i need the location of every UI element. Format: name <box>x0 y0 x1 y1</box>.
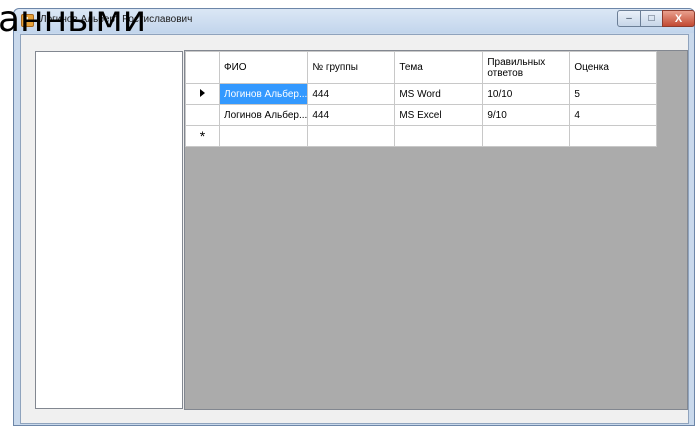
new-cell-group[interactable] <box>307 125 396 147</box>
table-row[interactable]: Логинов Альбер... 444 MS Word 10/10 5 <box>185 83 658 105</box>
current-row-arrow-icon <box>200 88 205 97</box>
table-row[interactable]: Логинов Альбер... 444 MS Excel 9/10 4 <box>185 104 658 126</box>
cell-fio[interactable]: Логинов Альбер... <box>218 83 309 105</box>
cell-topic[interactable]: MS Excel <box>394 104 484 126</box>
column-header-grade[interactable]: Оценка <box>569 51 658 84</box>
new-cell-topic[interactable] <box>394 125 484 147</box>
main-window: Логинов Альберт Ростиславович ‒ □ X ФИО … <box>13 8 695 426</box>
header-row: ФИО № группы Тема Правильных ответов Оце… <box>185 51 658 84</box>
row-header[interactable] <box>185 104 220 126</box>
new-cell-grade[interactable] <box>569 125 658 147</box>
new-cell-fio[interactable] <box>218 125 309 147</box>
cell-grade[interactable]: 5 <box>569 83 658 105</box>
students-listbox[interactable] <box>35 51 183 409</box>
column-header-group[interactable]: № группы <box>307 51 396 84</box>
cell-group[interactable]: 444 <box>307 104 396 126</box>
results-datagrid[interactable]: ФИО № группы Тема Правильных ответов Оце… <box>184 50 688 410</box>
column-header-fio[interactable]: ФИО <box>218 51 309 84</box>
cell-group[interactable]: 444 <box>307 83 396 105</box>
close-button[interactable]: X <box>662 10 695 27</box>
maximize-button[interactable]: □ <box>640 10 663 27</box>
row-header-new[interactable]: * <box>185 125 220 147</box>
new-cell-correct[interactable] <box>482 125 571 147</box>
cell-grade[interactable]: 4 <box>569 104 658 126</box>
cell-correct[interactable]: 10/10 <box>482 83 571 105</box>
cell-correct[interactable]: 9/10 <box>482 104 571 126</box>
cell-topic[interactable]: MS Word <box>394 83 484 105</box>
minimize-button[interactable]: ‒ <box>617 10 641 27</box>
column-header-topic[interactable]: Тема <box>394 51 484 84</box>
form-client-area: ФИО № группы Тема Правильных ответов Оце… <box>20 34 689 424</box>
new-row-asterisk-icon: * <box>199 127 206 144</box>
new-row[interactable]: * <box>185 125 658 147</box>
background-window-text: анными <box>0 0 147 40</box>
row-header-current[interactable] <box>185 83 220 105</box>
column-header-correct-answers[interactable]: Правильных ответов <box>482 51 571 84</box>
corner-header-cell[interactable] <box>185 51 220 84</box>
cell-fio[interactable]: Логинов Альбер... <box>218 104 309 126</box>
results-table: ФИО № группы Тема Правильных ответов Оце… <box>185 51 658 147</box>
